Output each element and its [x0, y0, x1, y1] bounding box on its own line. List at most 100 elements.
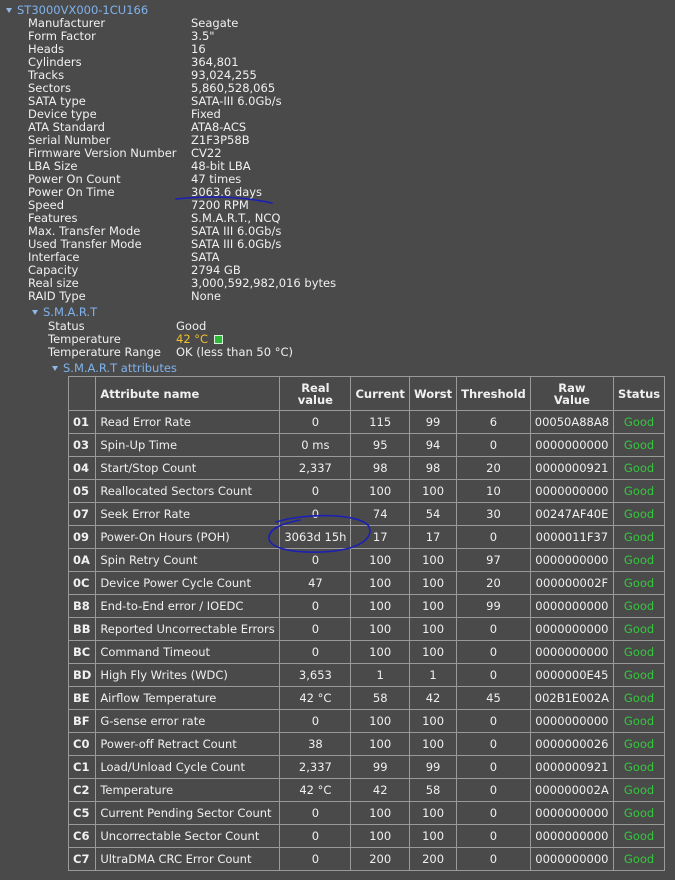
property-row: RAID Type None [28, 290, 336, 303]
table-row[interactable]: B8 End-to-End error / IOEDC 0 100 100 99 00000… [67, 594, 666, 618]
attribute-real-value: 0 [279, 410, 352, 434]
attribute-worst: 94 [408, 433, 458, 457]
attribute-raw-value: 0000000000 [529, 548, 615, 572]
attribute-real-value: 0 [279, 502, 352, 526]
attribute-raw-value: 00247AF40E [529, 502, 615, 526]
attribute-raw-value: 0000000000 [529, 594, 615, 618]
attribute-id: BD [67, 663, 97, 687]
header-real-value: Real value [279, 376, 352, 411]
attribute-threshold: 99 [456, 594, 531, 618]
attribute-real-value: 2,337 [279, 755, 352, 779]
attribute-id: C5 [67, 801, 97, 825]
attribute-threshold: 0 [456, 732, 531, 756]
attribute-threshold: 97 [456, 548, 531, 572]
attribute-threshold: 0 [456, 824, 531, 848]
attribute-current: 100 [350, 640, 410, 664]
table-row[interactable]: C0 Power-off Retract Count 38 100 100 0 000000… [67, 732, 666, 756]
table-row[interactable]: C6 Uncorrectable Sector Count 0 100 100 0 0000… [67, 824, 666, 848]
attribute-current: 100 [350, 594, 410, 618]
attribute-current: 99 [350, 755, 410, 779]
attribute-real-value: 0 [279, 640, 352, 664]
drive-properties: Manufacturer Seagate Form Factor 3.5" Heads 1… [28, 17, 336, 303]
attribute-threshold: 0 [456, 709, 531, 733]
smart-temperature-range-value: OK (less than 50 °C) [176, 345, 293, 359]
attribute-id: 03 [67, 433, 97, 457]
table-row[interactable]: BE Airflow Temperature 42 °C 58 42 45 002B1E00… [67, 686, 666, 710]
table-row[interactable]: C5 Current Pending Sector Count 0 100 100 0 00… [67, 801, 666, 825]
attribute-status: Good [613, 824, 666, 848]
table-row[interactable]: 07 Seek Error Rate 0 74 54 30 00247AF40E Good [67, 502, 666, 526]
header-worst: Worst [408, 376, 458, 411]
table-row[interactable]: BC Command Timeout 0 100 100 0 0000000000 Good [67, 640, 666, 664]
attribute-raw-value: 00050A88A8 [529, 410, 615, 434]
attribute-raw-value: 0000000000 [529, 709, 615, 733]
attribute-real-value: 0 [279, 548, 352, 572]
attribute-raw-value: 0000000000 [529, 824, 615, 848]
attribute-real-value: 3,653 [279, 663, 352, 687]
attribute-id: C6 [67, 824, 97, 848]
attribute-raw-value: 0000000000 [529, 640, 615, 664]
table-row[interactable]: 09 Power-On Hours (POH) 3063d 15h 17 17 0 0000… [67, 525, 666, 549]
collapse-arrow-icon[interactable] [52, 365, 58, 371]
table-row[interactable]: C1 Load/Unload Cycle Count 2,337 99 99 0 00000… [67, 755, 666, 779]
attribute-id: 01 [67, 410, 97, 434]
attribute-current: 58 [350, 686, 410, 710]
attribute-status: Good [613, 617, 666, 641]
attribute-raw-value: 000000002A [529, 778, 615, 802]
attribute-worst: 1 [408, 663, 458, 687]
table-row[interactable]: BB Reported Uncorrectable Errors 0 100 100 0 0… [67, 617, 666, 641]
attribute-name: High Fly Writes (WDC) [95, 663, 281, 687]
table-row[interactable]: 0C Device Power Cycle Count 47 100 100 20 0000… [67, 571, 666, 595]
attribute-worst: 100 [408, 479, 458, 503]
attribute-threshold: 0 [456, 755, 531, 779]
table-row[interactable]: 04 Start/Stop Count 2,337 98 98 20 0000000921 G… [67, 456, 666, 480]
attribute-raw-value: 0000000026 [529, 732, 615, 756]
attribute-worst: 99 [408, 410, 458, 434]
attribute-real-value: 47 [279, 571, 352, 595]
attribute-real-value: 0 [279, 617, 352, 641]
table-row[interactable]: 0A Spin Retry Count 0 100 100 97 0000000000 Goo… [67, 548, 666, 572]
attribute-threshold: 0 [456, 663, 531, 687]
attribute-threshold: 6 [456, 410, 531, 434]
attribute-name: Start/Stop Count [95, 456, 281, 480]
attribute-status: Good [613, 686, 666, 710]
attribute-worst: 58 [408, 778, 458, 802]
table-row[interactable]: C2 Temperature 42 °C 42 58 0 000000002A Good [67, 778, 666, 802]
table-row[interactable]: BD High Fly Writes (WDC) 3,653 1 1 0 0000000E4… [67, 663, 666, 687]
smart-tree-node[interactable]: S.M.A.R.T [28, 305, 97, 319]
attribute-name: Spin-Up Time [95, 433, 281, 457]
smart-attributes-title: S.M.A.R.T attributes [63, 361, 177, 375]
header-threshold: Threshold [456, 376, 531, 411]
attribute-real-value: 38 [279, 732, 352, 756]
attribute-worst: 100 [408, 732, 458, 756]
collapse-arrow-icon[interactable] [32, 309, 38, 315]
header-current: Current [350, 376, 410, 411]
attribute-current: 115 [350, 410, 410, 434]
smart-attributes-body: 01 Read Error Rate 0 115 99 6 00050A88A8 Good 03… [67, 410, 666, 871]
attribute-status: Good [613, 548, 666, 572]
attribute-raw-value: 0000000E45 [529, 663, 615, 687]
attribute-real-value: 0 [279, 824, 352, 848]
attribute-id: BB [67, 617, 97, 641]
collapse-arrow-icon[interactable] [6, 7, 12, 13]
attribute-current: 95 [350, 433, 410, 457]
attribute-threshold: 0 [456, 778, 531, 802]
attribute-worst: 100 [408, 824, 458, 848]
attribute-status: Good [613, 709, 666, 733]
smart-attributes-tree-node[interactable]: S.M.A.R.T attributes [48, 361, 177, 375]
table-row[interactable]: BF G-sense error rate 0 100 100 0 0000000000 Go… [67, 709, 666, 733]
attribute-worst: 200 [408, 847, 458, 871]
table-row[interactable]: C7 UltraDMA CRC Error Count 0 200 200 0 000000… [67, 847, 666, 871]
smart-temperature-range-row: Temperature Range OK (less than 50 °C) [48, 346, 293, 359]
attribute-status: Good [613, 410, 666, 434]
smart-title: S.M.A.R.T [43, 305, 98, 319]
attribute-status: Good [613, 456, 666, 480]
attribute-current: 1 [350, 663, 410, 687]
table-row[interactable]: 05 Reallocated Sectors Count 0 100 100 10 0000… [67, 479, 666, 503]
attribute-raw-value: 0000000000 [529, 479, 615, 503]
attribute-id: BE [67, 686, 97, 710]
attribute-real-value: 42 °C [279, 686, 352, 710]
table-row[interactable]: 03 Spin-Up Time 0 ms 95 94 0 0000000000 Good [67, 433, 666, 457]
attribute-worst: 100 [408, 801, 458, 825]
table-row[interactable]: 01 Read Error Rate 0 115 99 6 00050A88A8 Good [67, 410, 666, 434]
